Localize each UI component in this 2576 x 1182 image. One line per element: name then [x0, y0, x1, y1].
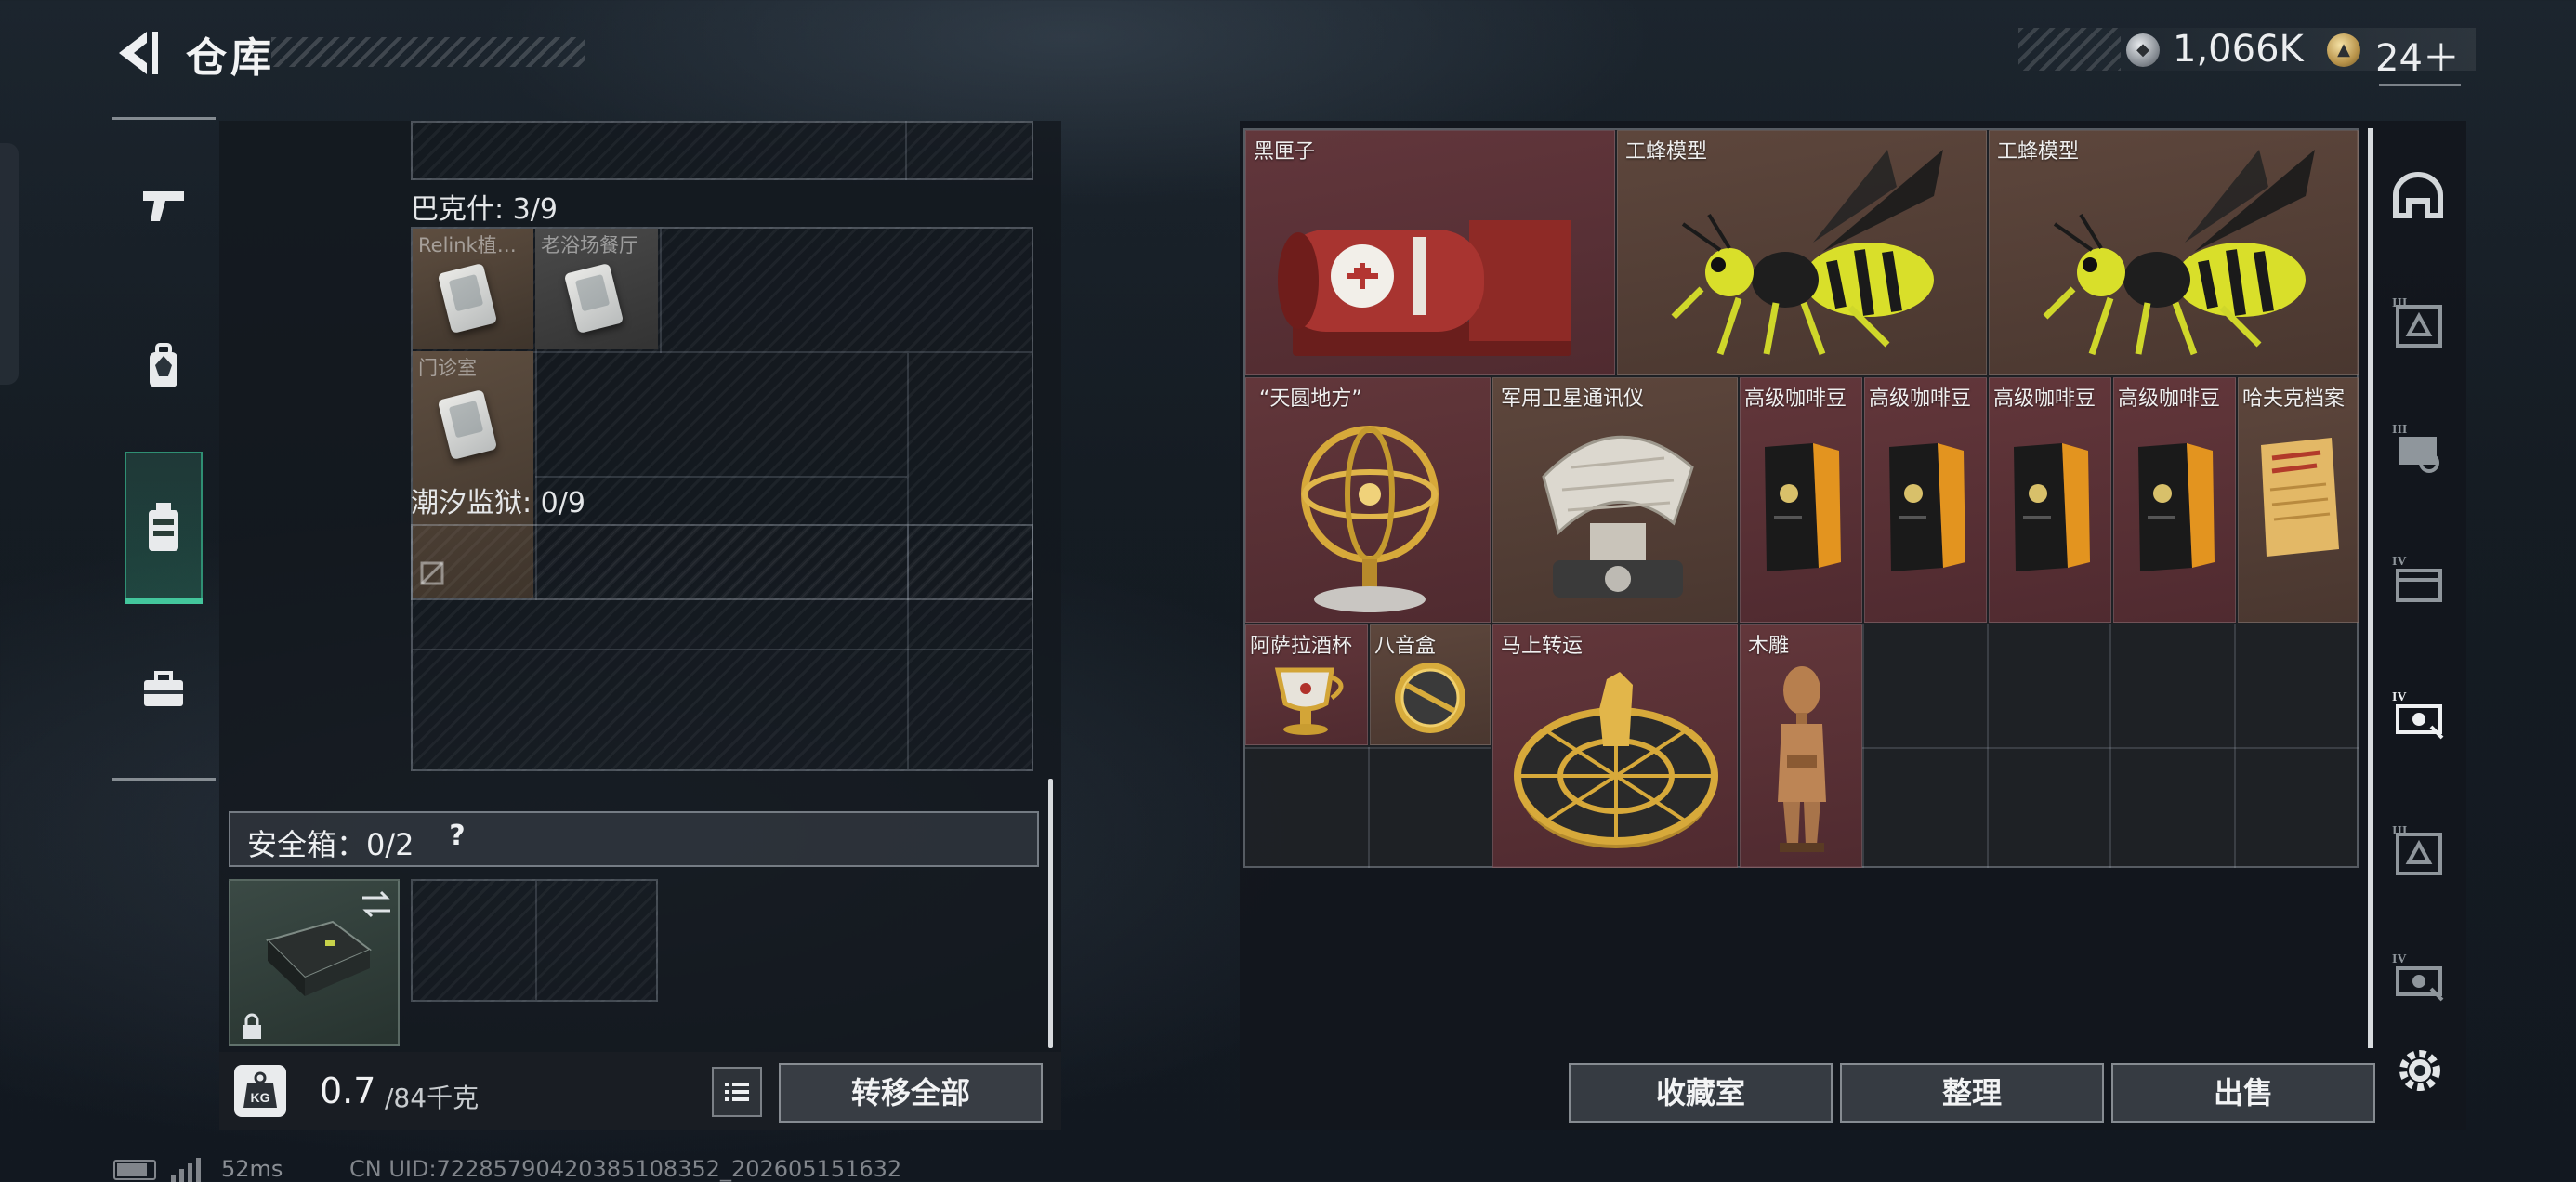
- weight-current: 0.7: [320, 1070, 376, 1111]
- svg-text:IV: IV: [2392, 952, 2407, 966]
- wood-carving-art: [1778, 666, 1826, 852]
- secure-case-icon: [266, 920, 372, 996]
- satellite-communicator-art: [1542, 435, 1694, 598]
- transfer-all-button[interactable]: 转移全部: [779, 1063, 1043, 1123]
- page-title: 仓库: [186, 34, 275, 82]
- tier-4-gear-icon: IV: [2392, 952, 2444, 1002]
- storage-item-premium-coffee-beans[interactable]: 高级咖啡豆: [1864, 377, 1987, 623]
- storage-item-military-satellite-communicator[interactable]: 军用卫星通讯仪: [1492, 377, 1738, 623]
- gold-amount[interactable]: 24＋: [2375, 28, 2460, 82]
- inventory-item[interactable]: 老浴场餐厅: [535, 229, 658, 349]
- storage-tab-tier-4-gear[interactable]: IV: [2385, 678, 2451, 753]
- pistol-icon: [143, 191, 184, 221]
- storage-tab-tier-4-case[interactable]: IV: [2385, 543, 2451, 617]
- safe-box-empty-slot[interactable]: [411, 879, 658, 1002]
- sell-button[interactable]: 出售: [2111, 1063, 2375, 1123]
- bee-model-art: [2043, 150, 2315, 356]
- storage-item-wood-carving[interactable]: 木雕: [1740, 624, 1862, 868]
- list-view-button[interactable]: [712, 1067, 762, 1117]
- svg-text:III: III: [2392, 824, 2407, 838]
- inventory-item[interactable]: Relink植…: [413, 229, 533, 349]
- lock-icon: [243, 1013, 261, 1039]
- gold-coin-icon: ▲: [2327, 33, 2360, 67]
- storage-scrollbar[interactable]: [2368, 128, 2373, 1048]
- coffee-bag-art: [2014, 443, 2090, 571]
- storage-item-worker-bee-model[interactable]: 工蜂模型: [1617, 130, 1987, 375]
- coffee-bag-art: [2138, 443, 2215, 571]
- safe-box-label: 安全箱：0/2: [247, 827, 414, 862]
- safe-box-case[interactable]: [229, 879, 400, 1046]
- storage-tab-tier-4-gear[interactable]: IV: [2385, 940, 2451, 1015]
- silver-amount: 1,066K: [2173, 28, 2304, 71]
- tier-4-case-icon: IV: [2392, 555, 2442, 602]
- tier-3-armor-icon: III: [2392, 824, 2442, 875]
- svg-text:IV: IV: [2392, 555, 2407, 569]
- nav-item-chest-rig[interactable]: [125, 472, 203, 584]
- tier-4-gear-icon: IV: [2392, 690, 2444, 740]
- safe-box-help-button[interactable]: ?: [439, 820, 476, 857]
- coffee-bag-art: [1889, 443, 1965, 571]
- fortune-disc-art: [1514, 672, 1718, 848]
- svg-text:KG: KG: [251, 1090, 270, 1105]
- section-label-bakhsh: 巴克什: 3/9: [411, 193, 558, 226]
- section-grid-tidal-prison: [411, 524, 1033, 771]
- storage-item-music-box[interactable]: 八音盒: [1370, 624, 1491, 745]
- nav-item-backpack[interactable]: [125, 312, 203, 424]
- previous-section-grid: [411, 121, 1033, 180]
- nav-active-indicator: [125, 598, 203, 604]
- title-decoration: [271, 37, 585, 67]
- storage-item-asala-goblet[interactable]: 阿萨拉酒杯: [1245, 624, 1368, 745]
- goblet-art: [1274, 667, 1344, 735]
- music-box-art: [1395, 663, 1465, 733]
- list-icon: [725, 1083, 749, 1101]
- keycard-icon: [437, 388, 498, 461]
- backpack-icon: [150, 343, 177, 387]
- swap-icon[interactable]: [359, 888, 394, 920]
- briefcase-icon: [144, 671, 183, 706]
- collection-room-button[interactable]: 收藏室: [1569, 1063, 1833, 1123]
- backpack-scrollbar[interactable]: [1048, 779, 1053, 1048]
- armillary-sphere-art: [1301, 426, 1439, 612]
- storage-item-black-box[interactable]: 黑匣子: [1245, 130, 1615, 375]
- sort-button[interactable]: 整理: [1840, 1063, 2104, 1123]
- svg-text:III: III: [2392, 423, 2407, 437]
- edge-pull-tab[interactable]: [0, 143, 19, 385]
- nav-item-toolbox[interactable]: [125, 634, 203, 745]
- storage-tab-tier-3-rig[interactable]: III: [2385, 413, 2451, 487]
- silver-coin-icon: ◆: [2126, 33, 2160, 67]
- storage-tab-tier-3-armor[interactable]: III: [2385, 814, 2451, 888]
- keycard-icon: [563, 262, 624, 335]
- coffee-bag-art: [1765, 443, 1841, 571]
- svg-text:III: III: [2392, 296, 2407, 310]
- storage-item-worker-bee-model[interactable]: 工蜂模型: [1989, 130, 2359, 375]
- tier-3-rig-icon: III: [2392, 423, 2439, 473]
- svg-text:IV: IV: [2392, 690, 2407, 704]
- chest-rig-icon: [149, 503, 178, 551]
- back-arrow-icon: [119, 32, 158, 74]
- storage-item-premium-coffee-beans[interactable]: 高级咖啡豆: [2113, 377, 2236, 623]
- keycard-icon: [437, 262, 498, 335]
- storage-tab-helmet[interactable]: [2385, 158, 2451, 232]
- signal-icon: [169, 1156, 206, 1182]
- ping-readout: 52ms: [221, 1156, 283, 1182]
- tier-3-armor-icon: III: [2392, 296, 2442, 348]
- weight-icon: KG: [234, 1065, 286, 1117]
- storage-item-haavk-dossier[interactable]: 哈夫克档案: [2238, 377, 2359, 623]
- helmet-icon: [2393, 172, 2443, 218]
- nav-item-weapons[interactable]: [125, 151, 203, 262]
- weight-max: /84千克: [385, 1083, 480, 1113]
- user-id-readout: CN UID:7228579042038510835​2_20260515163…: [349, 1156, 902, 1182]
- section-label-tidal-prison: 潮汐监狱: 0/9: [411, 487, 585, 519]
- back-button[interactable]: [110, 26, 164, 80]
- battery-icon: [113, 1160, 156, 1180]
- bee-model-art: [1671, 150, 1943, 356]
- storage-item-premium-coffee-beans[interactable]: 高级咖啡豆: [1740, 377, 1862, 623]
- storage-item-armillary-sphere[interactable]: “天圆地方”: [1245, 377, 1491, 623]
- storage-item-premium-coffee-beans[interactable]: 高级咖啡豆: [1989, 377, 2111, 623]
- storage-item-instant-fortune[interactable]: 马上转运: [1492, 624, 1738, 868]
- settings-gear-icon[interactable]: [2392, 1043, 2448, 1098]
- dossier-art: [2261, 438, 2339, 557]
- storage-tab-tier-3-armor[interactable]: III: [2385, 286, 2451, 361]
- black-box-art: [1278, 220, 1571, 356]
